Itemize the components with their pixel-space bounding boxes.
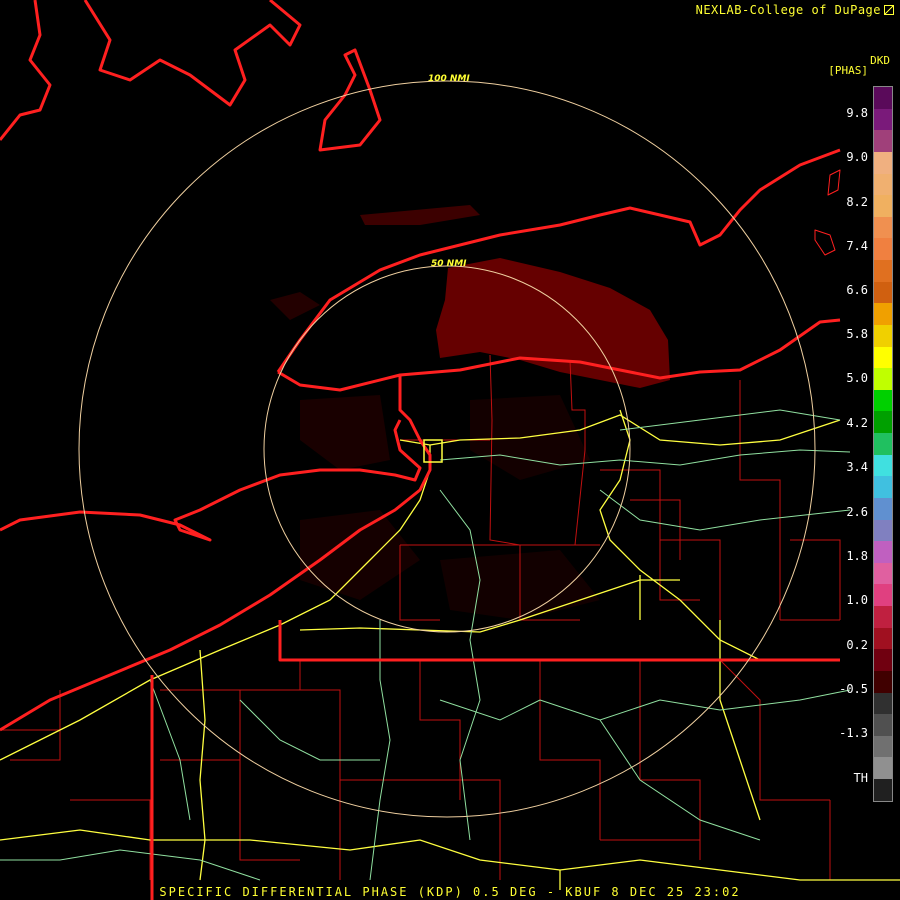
scale-swatch	[874, 411, 892, 433]
scale-swatch	[874, 216, 892, 239]
scale-swatch	[874, 108, 892, 131]
scale-tick-label: -0.5	[839, 682, 868, 696]
scale-swatch	[874, 260, 892, 282]
scale-tick-label: 0.2	[846, 638, 868, 652]
scale-swatch	[874, 584, 892, 606]
county-lines	[0, 354, 841, 880]
scale-swatch	[874, 433, 892, 455]
scale-swatch	[874, 476, 892, 498]
scale-swatch	[874, 87, 892, 109]
scale-swatch	[874, 779, 892, 801]
credit-text: NEXLAB-College of DuPage	[695, 3, 881, 17]
scale-tick-label: 8.2	[846, 195, 868, 209]
highways-primary	[0, 409, 900, 890]
scale-swatch	[874, 454, 892, 477]
scale-tick-label: 2.6	[846, 505, 868, 519]
color-scale	[873, 86, 893, 802]
scale-swatch	[874, 303, 892, 325]
scale-tick-label: 3.4	[846, 460, 868, 474]
radar-map	[0, 0, 900, 900]
product-code: DKD	[870, 54, 890, 67]
scale-swatch	[874, 519, 892, 542]
scale-swatch	[874, 324, 892, 347]
scale-tick-label: 7.4	[846, 239, 868, 253]
expand-icon[interactable]	[884, 5, 894, 15]
scale-swatch	[874, 346, 892, 369]
scale-swatch	[874, 130, 892, 152]
scale-tick-label: -1.3	[839, 726, 868, 740]
scale-swatch	[874, 627, 892, 650]
scale-swatch	[874, 497, 892, 520]
scale-swatch	[874, 735, 892, 758]
scale-swatch	[874, 281, 892, 304]
units-label: [PHAS]	[828, 64, 868, 77]
scale-swatch	[874, 649, 892, 671]
scale-tick-label: TH	[853, 771, 868, 785]
scale-swatch	[874, 151, 892, 174]
ring-100nmi	[78, 80, 816, 818]
scale-tick-label: 5.8	[846, 327, 868, 341]
scale-swatch	[874, 670, 892, 693]
ring-label-50: 50 NMI	[431, 259, 467, 269]
scale-swatch	[874, 195, 892, 217]
footer-caption: SPECIFIC DIFFERENTIAL PHASE (KDP) 0.5 DE…	[159, 885, 741, 899]
ring-label-100: 100 NMI	[428, 74, 470, 84]
scale-swatch	[874, 541, 892, 563]
scale-swatch	[874, 714, 892, 736]
scale-tick-label: 9.0	[846, 150, 868, 164]
header-credit[interactable]: NEXLAB-College of DuPage	[696, 3, 894, 17]
scale-swatch	[874, 389, 892, 412]
scale-tick-label: 6.6	[846, 283, 868, 297]
state-borders	[0, 0, 841, 900]
scale-swatch	[874, 173, 892, 196]
scale-swatch	[874, 562, 892, 585]
scale-tick-label: 9.8	[846, 106, 868, 120]
radar-viewer: 100 NMI 50 NMI NEXLAB-College of DuPage …	[0, 0, 900, 900]
scale-tick-label: 1.8	[846, 549, 868, 563]
range-rings	[78, 80, 816, 818]
scale-tick-label: 5.0	[846, 371, 868, 385]
scale-swatch	[874, 606, 892, 628]
scale-swatch	[874, 692, 892, 715]
scale-swatch	[874, 368, 892, 390]
scale-tick-label: 1.0	[846, 593, 868, 607]
scale-tick-label: 4.2	[846, 416, 868, 430]
scale-swatch	[874, 238, 892, 260]
scale-swatch	[874, 757, 892, 779]
